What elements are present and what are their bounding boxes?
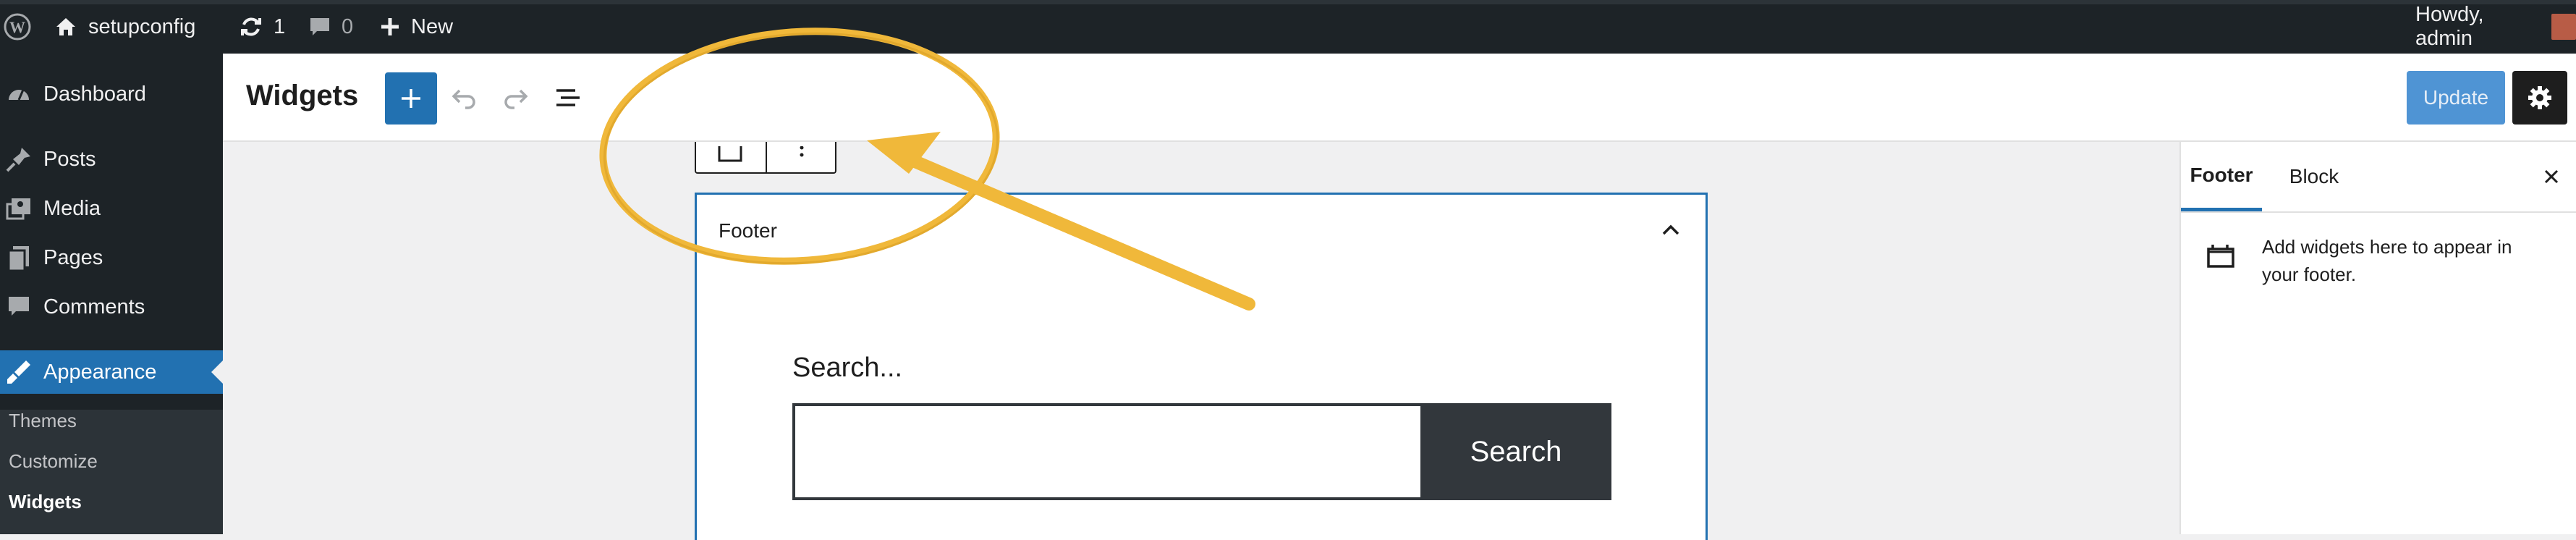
- close-settings-button[interactable]: [2537, 162, 2566, 191]
- list-view-button[interactable]: [550, 80, 586, 116]
- widget-area-footer[interactable]: Footer Search... Search: [695, 193, 1708, 540]
- sidebar-item-label: Media: [43, 196, 101, 220]
- comments-link[interactable]: 0: [308, 0, 353, 54]
- brush-icon: [3, 356, 35, 388]
- sidebar-item-comments[interactable]: Comments: [0, 285, 223, 329]
- appearance-submenu: Themes Customize Widgets: [0, 410, 223, 534]
- tab-footer[interactable]: Footer: [2181, 142, 2262, 211]
- close-icon: [2544, 169, 2559, 184]
- sidebar-item-dashboard[interactable]: Dashboard: [0, 72, 223, 116]
- tab-block[interactable]: Block: [2274, 142, 2355, 211]
- add-block-button[interactable]: [385, 72, 437, 125]
- undo-button[interactable]: [446, 80, 482, 116]
- sidebar-item-pages[interactable]: Pages: [0, 236, 223, 279]
- home-icon: [56, 18, 75, 35]
- avatar: [2551, 14, 2576, 40]
- pages-icon: [3, 242, 35, 274]
- widget-area-title: Footer: [719, 219, 777, 242]
- sidebar-item-label: Appearance: [43, 360, 157, 384]
- wordpress-icon: W: [4, 13, 31, 41]
- new-content-link[interactable]: New: [379, 0, 453, 54]
- my-account-link[interactable]: Howdy, admin: [2415, 0, 2576, 54]
- block-type-button[interactable]: [696, 142, 766, 172]
- page-title: Widgets: [246, 80, 359, 111]
- tab-label: Footer: [2190, 163, 2253, 186]
- updates-count: 1: [274, 14, 286, 38]
- site-name-label: setupconfig: [88, 14, 196, 38]
- sidebar-item-label: Comments: [43, 295, 145, 318]
- admin-bar: W setupconfig 1 0 New Howdy, admin: [0, 0, 2576, 54]
- comment-bubble-icon: [310, 18, 329, 35]
- wordpress-logo-button[interactable]: W: [3, 0, 32, 54]
- block-options-button[interactable]: [767, 142, 836, 172]
- sidebar-item-media[interactable]: Media: [0, 187, 223, 230]
- submenu-item-widgets[interactable]: Widgets: [9, 491, 82, 513]
- settings-button[interactable]: [2512, 71, 2567, 125]
- sidebar-item-appearance[interactable]: Appearance: [0, 350, 223, 394]
- updates-icon: [241, 17, 261, 36]
- redo-icon: [504, 89, 528, 109]
- block-type-icon: [718, 146, 742, 162]
- sidebar-item-label: Dashboard: [43, 82, 146, 106]
- greeting-label: Howdy, admin: [2415, 3, 2484, 50]
- pin-icon: [3, 143, 35, 175]
- site-name-link[interactable]: setupconfig: [54, 0, 195, 54]
- search-widget-label: Search...: [792, 353, 903, 383]
- more-vertical-icon: [800, 146, 804, 157]
- search-widget-button[interactable]: Search: [1420, 403, 1611, 500]
- chevron-up-icon: [1662, 224, 1679, 235]
- list-view-icon: [556, 89, 580, 106]
- search-widget-input[interactable]: [795, 406, 1420, 497]
- search-widget: Search: [792, 403, 1611, 500]
- plus-icon: [402, 89, 420, 108]
- tab-label: Block: [2289, 165, 2339, 187]
- editor-header: Widgets Update: [223, 54, 2576, 142]
- widget-area-description: Add widgets here to appear in your foote…: [2262, 236, 2512, 285]
- update-button[interactable]: Update: [2407, 71, 2505, 125]
- comments-count: 0: [342, 14, 354, 38]
- comments-icon: [3, 291, 35, 323]
- submenu-item-customize[interactable]: Customize: [9, 450, 98, 473]
- settings-sidebar: Footer Block Add widgets here to appear …: [2179, 142, 2576, 534]
- panel-divider: [2181, 211, 2576, 213]
- gear-icon: [2528, 86, 2551, 109]
- sidebar-item-label: Posts: [43, 147, 96, 171]
- media-icon: [3, 193, 35, 224]
- redo-button[interactable]: [498, 80, 534, 116]
- editor-canvas: Footer Search... Search: [223, 142, 2179, 540]
- widget-area-icon: [2206, 240, 2237, 272]
- new-label: New: [411, 14, 454, 38]
- admin-sidebar: Dashboard Posts Media Pages Comments App…: [0, 54, 223, 534]
- undo-icon: [452, 89, 475, 109]
- svg-text:W: W: [9, 18, 25, 36]
- block-toolbar: [695, 142, 836, 174]
- submenu-item-themes[interactable]: Themes: [9, 410, 77, 432]
- updates-link[interactable]: 1: [239, 0, 285, 54]
- dashboard-icon: [3, 78, 35, 110]
- sidebar-item-posts[interactable]: Posts: [0, 138, 223, 181]
- plus-icon: [381, 18, 399, 35]
- sidebar-item-label: Pages: [43, 245, 103, 269]
- collapse-button[interactable]: [1658, 216, 1684, 242]
